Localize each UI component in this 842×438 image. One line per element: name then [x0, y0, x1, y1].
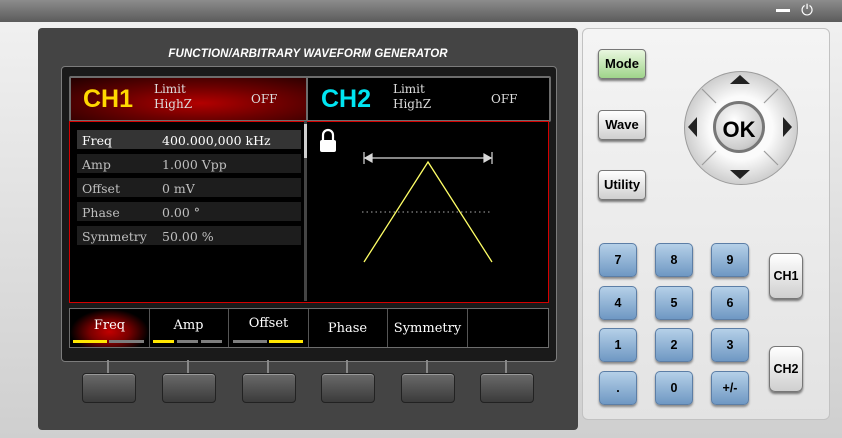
- ch1-label: CH1: [83, 85, 134, 113]
- softkey-amp[interactable]: Amp: [149, 309, 229, 347]
- param-value: 400.000,000 kHz: [162, 133, 271, 148]
- key-5[interactable]: 5: [655, 286, 693, 320]
- waveform-display: [320, 128, 493, 263]
- minimize-icon[interactable]: [776, 9, 790, 12]
- param-name: Symmetry: [82, 229, 147, 244]
- ch2-limit: Limit: [393, 82, 425, 96]
- softkey-label: Amp: [173, 318, 204, 333]
- utility-button[interactable]: Utility: [598, 170, 646, 200]
- key-7[interactable]: 7: [599, 243, 637, 277]
- softkey-indicator: [109, 340, 144, 343]
- param-value: 50.00 %: [162, 229, 214, 244]
- param-row-offset[interactable]: Offset 0 mV: [77, 178, 301, 197]
- key-9[interactable]: 9: [711, 243, 749, 277]
- ok-button[interactable]: OK: [713, 101, 765, 153]
- menu-key-5[interactable]: [401, 373, 455, 403]
- menu-key-3[interactable]: [242, 373, 296, 403]
- softkey-phase[interactable]: Phase: [308, 309, 388, 347]
- key-4[interactable]: 4: [599, 286, 637, 320]
- ch1-state: OFF: [251, 92, 278, 106]
- arrow-left-icon[interactable]: [688, 117, 697, 137]
- param-row-phase[interactable]: Phase 0.00 °: [77, 202, 301, 221]
- softkey-label: Symmetry: [393, 321, 462, 336]
- key-stem: [107, 360, 109, 374]
- softkey-indicator: [177, 340, 198, 343]
- arrow-up-icon[interactable]: [730, 75, 750, 84]
- key-3[interactable]: 3: [711, 328, 749, 362]
- menu-key-4[interactable]: [321, 373, 375, 403]
- mode-button[interactable]: Mode: [598, 49, 646, 79]
- key-2[interactable]: 2: [655, 328, 693, 362]
- ch2-button[interactable]: CH2: [769, 346, 803, 392]
- ch2-impedance: HighZ: [393, 97, 432, 111]
- softkey-bar: Freq Amp Offset Phase Symmetry: [69, 308, 549, 348]
- param-value: 0.00 °: [162, 205, 201, 220]
- param-name: Freq: [82, 133, 113, 148]
- key-6[interactable]: 6: [711, 286, 749, 320]
- param-name: Phase: [82, 205, 120, 220]
- ch2-label: CH2: [321, 85, 372, 113]
- key-decimal[interactable]: .: [599, 371, 637, 405]
- key-stem: [505, 360, 507, 374]
- ch1-limit: Limit: [154, 82, 186, 96]
- softkey-indicator: [269, 340, 303, 343]
- param-value: 0 mV: [162, 181, 195, 196]
- param-row-freq[interactable]: Freq 400.000,000 kHz: [77, 130, 301, 149]
- key-stem: [267, 360, 269, 374]
- softkey-label: Phase: [327, 321, 368, 336]
- menu-key-6[interactable]: [480, 373, 534, 403]
- arrow-down-icon[interactable]: [730, 170, 750, 179]
- softkey-indicator: [153, 340, 174, 343]
- key-0[interactable]: 0: [655, 371, 693, 405]
- waveform-trace: [363, 160, 493, 263]
- wave-button[interactable]: Wave: [598, 110, 646, 140]
- param-name: Amp: [82, 157, 111, 172]
- param-scrollbar-thumb[interactable]: [304, 124, 307, 158]
- key-1[interactable]: 1: [599, 328, 637, 362]
- softkey-symmetry[interactable]: Symmetry: [388, 309, 468, 347]
- window-topbar: ⏻: [0, 0, 842, 22]
- lock-icon: [320, 128, 336, 152]
- param-row-symmetry[interactable]: Symmetry 50.00 %: [77, 226, 301, 245]
- softkey-indicator: [233, 340, 267, 343]
- key-stem: [187, 360, 189, 374]
- menu-key-1[interactable]: [82, 373, 136, 403]
- softkey-indicator: [73, 340, 107, 343]
- param-value: 1.000 Vpp: [162, 157, 227, 172]
- softkey-empty[interactable]: [468, 309, 547, 347]
- ch1-impedance: HighZ: [154, 97, 193, 111]
- channel-status-bar: CH1 Limit HighZ OFF CH2 Limit HighZ OFF: [69, 76, 551, 122]
- softkey-label: Freq: [93, 318, 126, 333]
- ch1-button[interactable]: CH1: [769, 253, 803, 299]
- device-title: FUNCTION/ARBITRARY WAVEFORM GENERATOR: [168, 48, 448, 60]
- key-8[interactable]: 8: [655, 243, 693, 277]
- key-sign[interactable]: +/-: [711, 371, 749, 405]
- param-row-amp[interactable]: Amp 1.000 Vpp: [77, 154, 301, 173]
- arrow-right-icon[interactable]: [783, 117, 792, 137]
- softkey-offset[interactable]: Offset: [229, 309, 309, 347]
- softkey-freq[interactable]: Freq: [70, 309, 150, 347]
- ch2-state: OFF: [491, 92, 518, 106]
- channel-divider: [306, 78, 308, 120]
- param-name: Offset: [82, 181, 120, 196]
- softkey-indicator: [201, 340, 222, 343]
- menu-key-2[interactable]: [162, 373, 216, 403]
- key-stem: [426, 360, 428, 374]
- softkey-label: Offset: [248, 316, 289, 331]
- power-icon[interactable]: ⏻: [798, 2, 816, 20]
- key-stem: [346, 360, 348, 374]
